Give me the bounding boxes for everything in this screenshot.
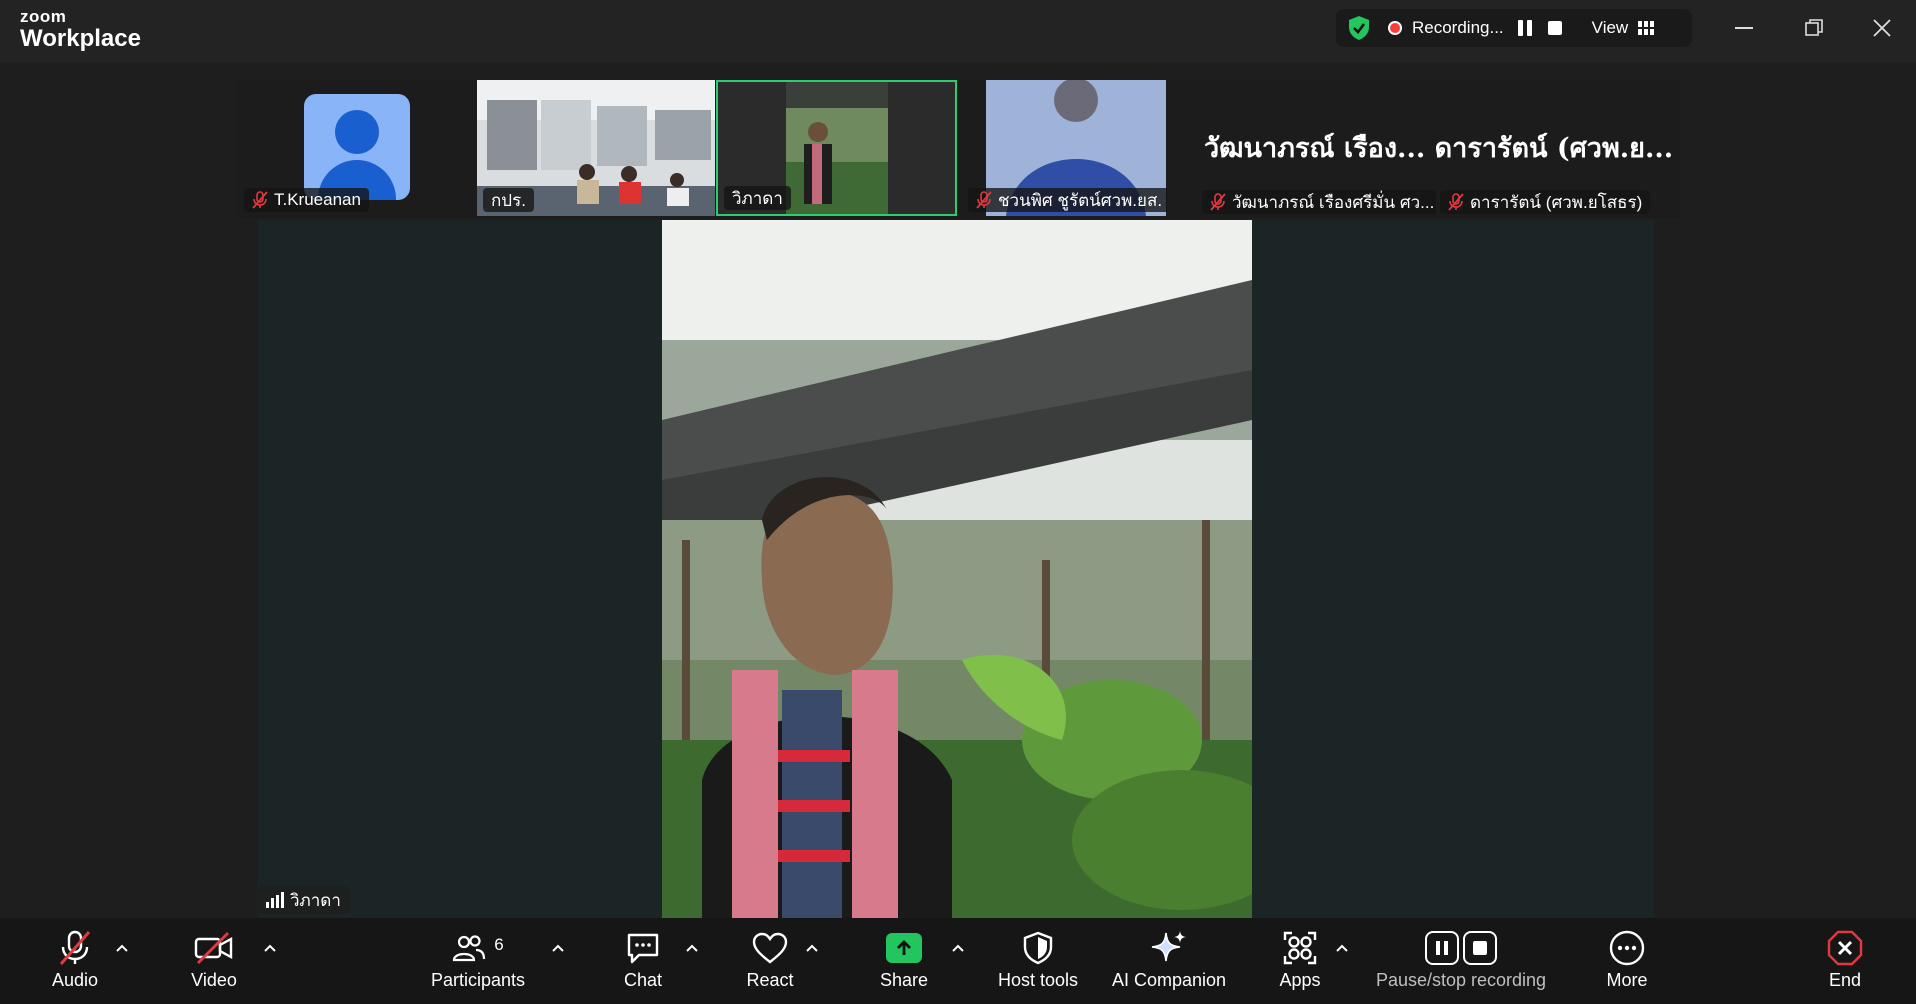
- restore-icon[interactable]: [1794, 12, 1834, 44]
- more-label: More: [1606, 970, 1648, 990]
- chevron-up-icon[interactable]: [262, 940, 278, 956]
- chevron-up-icon[interactable]: [804, 940, 820, 956]
- recording-controls-icon: [1425, 931, 1497, 965]
- react-button[interactable]: React: [736, 918, 804, 1004]
- participant-tile[interactable]: ดารารัตน์ (ศวพ.ยโสธร): [1436, 180, 1678, 216]
- brand-bottom: Workplace: [20, 25, 141, 52]
- heart-icon: [751, 918, 789, 968]
- apps-button[interactable]: Apps: [1276, 918, 1324, 1004]
- participant-label: วัฒนาภรณ์ เรืองศรีมั่น ศว...: [1202, 190, 1436, 214]
- mic-muted-icon: [1210, 193, 1226, 211]
- signal-bars-icon: [266, 892, 284, 908]
- end-call-icon: [1827, 918, 1863, 968]
- ai-companion-button[interactable]: AI Companion: [1108, 918, 1230, 1004]
- meeting-toolbar: Audio Video 6 Participants Chat React Sh…: [0, 918, 1916, 1004]
- participant-name: ดารารัตน์ (ศวพ.ยโสธร): [1470, 192, 1643, 212]
- mic-muted-icon: [252, 191, 268, 209]
- chevron-up-icon[interactable]: [1334, 940, 1350, 956]
- stop-recording-icon[interactable]: [1547, 21, 1562, 35]
- recording-dot-icon: [1390, 23, 1400, 33]
- share-label: Share: [879, 970, 929, 990]
- participant-name: T.Krueanan: [274, 190, 361, 209]
- audio-button[interactable]: Audio: [38, 918, 112, 1004]
- recording-pill: Recording... View: [1336, 9, 1692, 47]
- host-tools-label: Host tools: [997, 970, 1079, 990]
- ai-companion-label: AI Companion: [1111, 970, 1227, 990]
- audio-label: Audio: [51, 970, 99, 990]
- speaker-label: วิภาดา: [258, 886, 349, 914]
- close-icon[interactable]: [1862, 12, 1902, 44]
- end-button[interactable]: End: [1822, 918, 1868, 1004]
- brand-top: zoom: [20, 7, 67, 26]
- apps-label: Apps: [1279, 970, 1321, 990]
- participant-label: ดารารัตน์ (ศวพ.ยโสธร): [1440, 190, 1651, 214]
- mic-muted-icon: [58, 918, 92, 968]
- view-button[interactable]: View: [1592, 18, 1655, 38]
- speaker-name: วิภาดา: [290, 890, 341, 910]
- participant-label: กปร.: [483, 188, 534, 212]
- participant-label: ชวนพิศ ชูรัตน์ศวพ.ยส.: [968, 188, 1167, 212]
- grid-icon: [1638, 21, 1655, 35]
- meeting-stage: T.Krueanan กปร. วิภาดา ชวนพิศ ชูรัตน์ศวพ…: [0, 62, 1916, 918]
- shield-check-icon[interactable]: [1346, 15, 1372, 41]
- end-label: End: [1828, 970, 1862, 990]
- chevron-up-icon[interactable]: [950, 940, 966, 956]
- chevron-up-icon[interactable]: [114, 940, 130, 956]
- participants-label: Participants: [430, 970, 526, 990]
- recording-status: Recording...: [1412, 18, 1504, 37]
- participant-name: วัฒนาภรณ์ เรืองศรีมั่น ศว...: [1232, 192, 1435, 212]
- participants-icon: 6: [452, 918, 504, 968]
- more-button[interactable]: More: [1600, 918, 1654, 1004]
- pause-stop-label: Pause/stop recording: [1375, 970, 1547, 990]
- apps-icon: [1282, 918, 1318, 968]
- more-icon: [1608, 918, 1646, 968]
- share-button[interactable]: Share: [872, 918, 936, 1004]
- react-label: React: [746, 970, 794, 990]
- pause-recording-icon[interactable]: [1517, 20, 1532, 36]
- chat-icon: [625, 918, 661, 968]
- name-tiles-header: วัฒนาภรณ์ เรือง... ดารารัตน์ (ศวพ.ย...: [1204, 133, 1674, 164]
- video-off-icon: [194, 918, 234, 968]
- participant-name: ชวนพิศ ชูรัตน์ศวพ.ยส.: [998, 190, 1163, 210]
- chevron-up-icon[interactable]: [550, 940, 566, 956]
- shield-icon: [1023, 918, 1053, 968]
- participants-button[interactable]: 6 Participants: [420, 918, 536, 1004]
- participant-tile[interactable]: วัฒนาภรณ์ เรืองศรีมั่น ศว...: [1194, 180, 1436, 216]
- minimize-icon[interactable]: [1724, 12, 1764, 44]
- speaker-video-feed: [662, 220, 1252, 918]
- video-button[interactable]: Video: [176, 918, 252, 1004]
- view-label: View: [1591, 18, 1629, 37]
- video-label: Video: [191, 970, 237, 990]
- title-bar: zoom Workplace Recording... View: [0, 0, 1916, 62]
- participant-tile-active[interactable]: วิภาดา: [716, 80, 957, 216]
- chevron-up-icon[interactable]: [684, 940, 700, 956]
- speaker-thumb-feed: [786, 82, 888, 214]
- participant-label: T.Krueanan: [244, 188, 369, 212]
- participant-tile[interactable]: T.Krueanan: [238, 80, 476, 216]
- pause-stop-recording-button[interactable]: Pause/stop recording: [1370, 918, 1552, 1004]
- chat-button[interactable]: Chat: [610, 918, 676, 1004]
- participant-name: กปร.: [491, 190, 526, 210]
- mic-muted-icon: [976, 191, 992, 209]
- participant-tile[interactable]: กปร.: [477, 80, 715, 216]
- zoom-logo: zoom Workplace: [20, 8, 141, 51]
- participants-count: 6: [494, 935, 504, 954]
- chat-label: Chat: [623, 970, 663, 990]
- share-screen-icon: [886, 933, 922, 963]
- participant-label: วิภาดา: [724, 186, 791, 210]
- participant-name: วิภาดา: [732, 188, 783, 208]
- host-tools-button[interactable]: Host tools: [990, 918, 1086, 1004]
- mic-muted-icon: [1448, 193, 1464, 211]
- participant-tile[interactable]: ชวนพิศ ชูรัตน์ศวพ.ยส.: [962, 80, 1167, 216]
- sparkle-icon: [1150, 918, 1188, 968]
